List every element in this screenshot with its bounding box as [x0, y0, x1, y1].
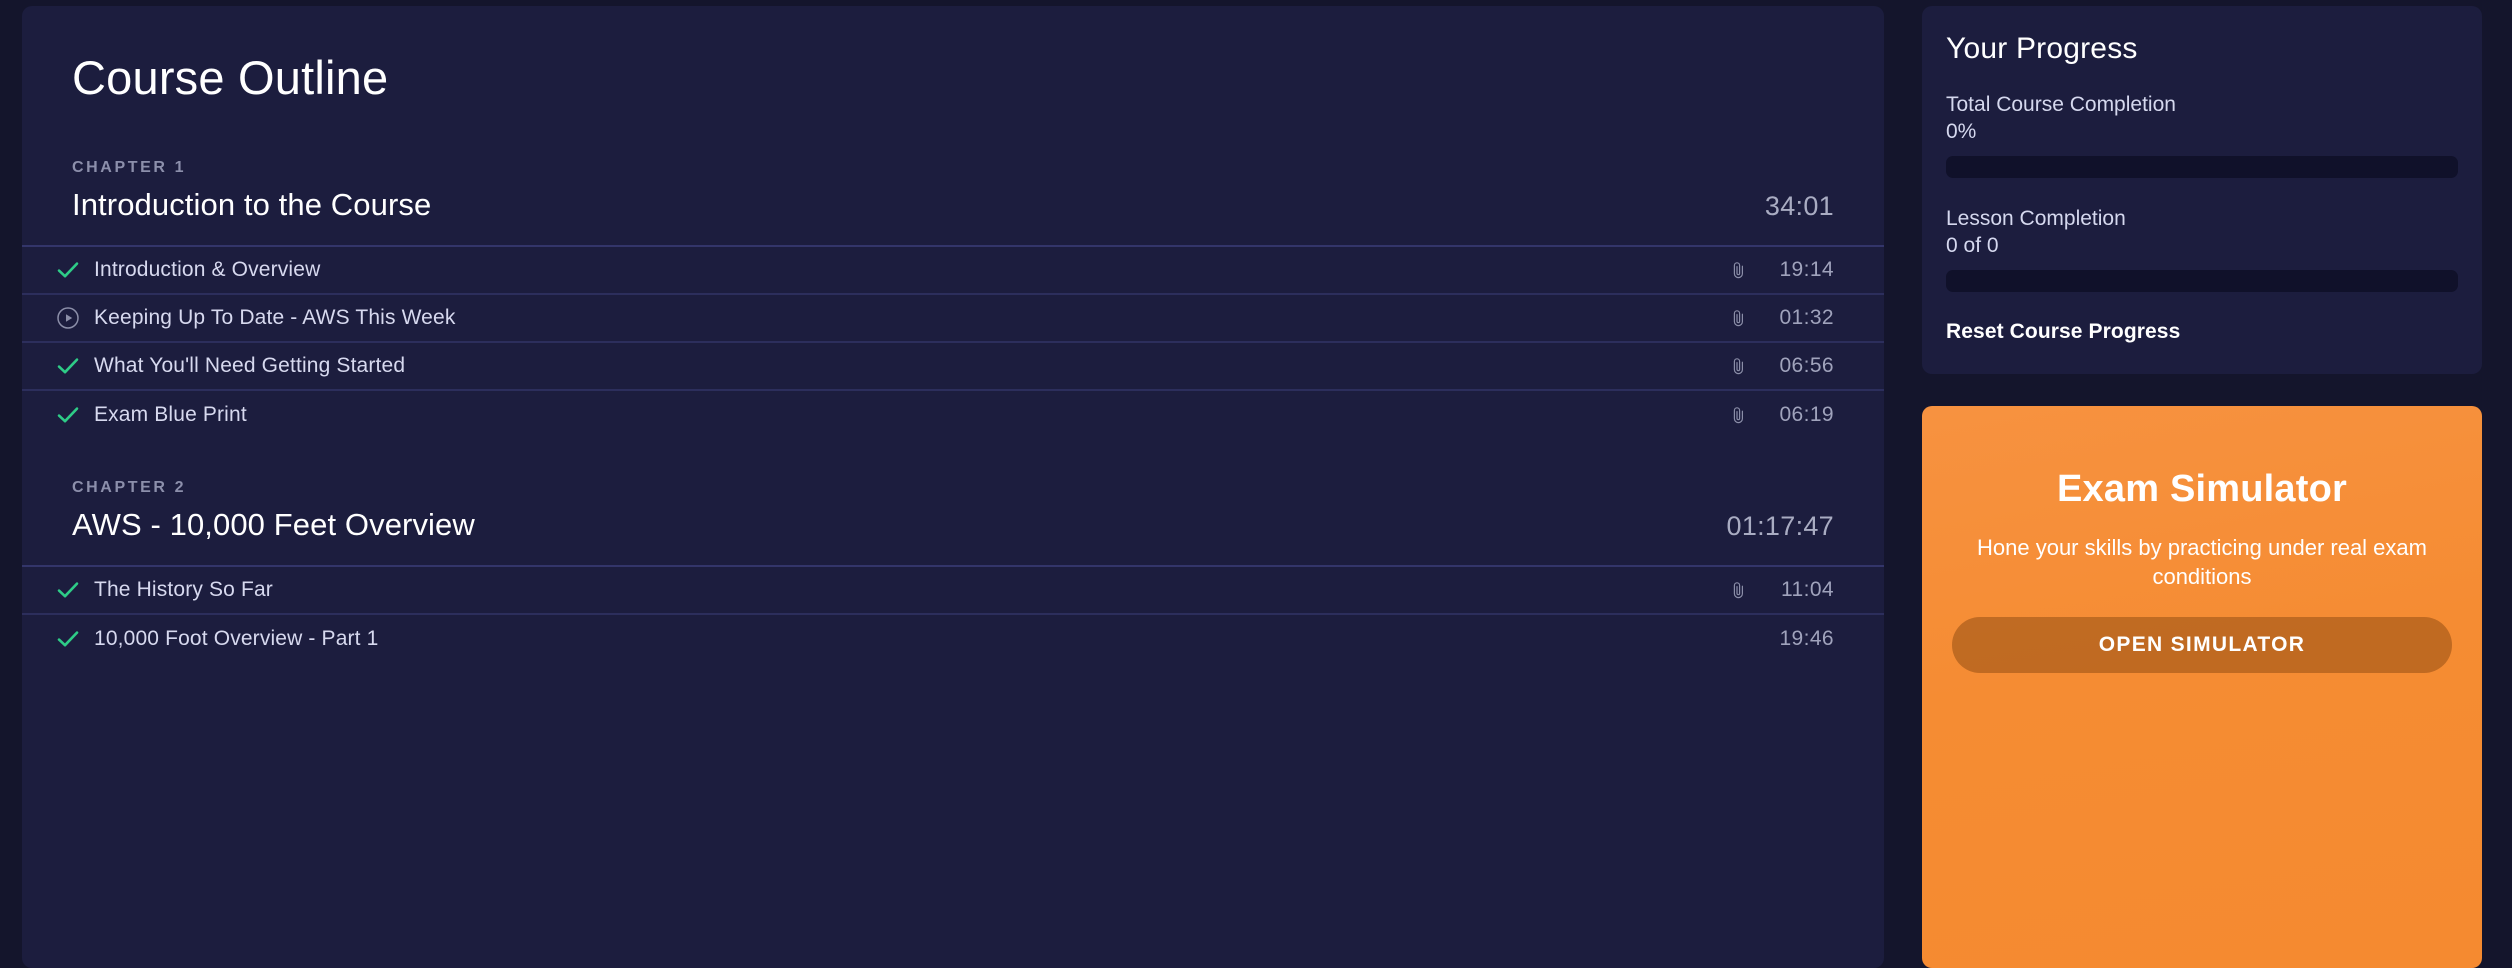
reset-course-progress-button[interactable]: Reset Course Progress — [1946, 320, 2458, 344]
total-completion-value: 0% — [1946, 119, 1977, 143]
chapter-kicker: CHAPTER 1 — [72, 158, 187, 176]
lesson-row[interactable]: The History So Far 11:04 — [22, 567, 1884, 615]
progress-title: Your Progress — [1946, 32, 2138, 65]
lesson-duration: 19:46 — [1779, 626, 1834, 650]
exam-simulator-subtitle: Hone your skills by practicing under rea… — [1977, 534, 2427, 589]
chapter-title-row: Introduction to the Course 34:01 — [72, 187, 1834, 245]
lesson-row[interactable]: Keeping Up To Date - AWS This Week 01:32 — [22, 295, 1884, 343]
lesson-completion-label: Lesson Completion — [1946, 206, 2126, 230]
lesson-duration: 19:14 — [1779, 257, 1834, 281]
course-outline-panel: Course Outline CHAPTER 1 Introduction to … — [22, 6, 1884, 968]
course-outline-page: Course Outline CHAPTER 1 Introduction to … — [0, 0, 2512, 968]
play-circle-icon[interactable] — [42, 306, 94, 330]
chapter-block: CHAPTER 1 Introduction to the Course 34:01… — [22, 104, 1884, 439]
lesson-duration: 06:56 — [1779, 353, 1834, 377]
total-completion-progressbar — [1946, 155, 2458, 178]
chapter-kicker: CHAPTER 2 — [72, 478, 187, 496]
lesson-meta: 06:19 — [1704, 403, 1834, 427]
lesson-meta: 11:04 — [1704, 578, 1834, 602]
lesson-title: 10,000 Foot Overview - Part 1 — [94, 626, 379, 650]
lesson-title: The History So Far — [94, 577, 273, 601]
lesson-completion-progressbar — [1946, 269, 2458, 292]
page-title: Course Outline — [72, 51, 389, 104]
lesson-meta: 19:14 — [1704, 258, 1834, 282]
chapter-list: CHAPTER 1 Introduction to the Course 34:01… — [22, 104, 1884, 663]
check-icon — [42, 626, 94, 652]
lesson-duration: 11:04 — [1781, 577, 1834, 601]
exam-simulator-card: Exam Simulator Hone your skills by pract… — [1922, 405, 2482, 968]
lesson-row[interactable]: What You'll Need Getting Started 06:56 — [22, 343, 1884, 391]
lesson-meta: 19:46 — [1704, 627, 1834, 651]
paperclip-icon — [1730, 261, 1746, 279]
sidebar: Your Progress Total Course Completion 0%… — [1922, 6, 2482, 968]
paperclip-icon — [1730, 309, 1746, 327]
lesson-list: The History So Far 11:04 10,000 Foot Overv… — [22, 564, 1884, 663]
total-completion-label: Total Course Completion — [1946, 93, 2176, 116]
lesson-title: Exam Blue Print — [94, 402, 247, 426]
chapter-name: AWS - 10,000 Feet Overview — [72, 506, 475, 542]
lesson-meta: 06:56 — [1704, 354, 1834, 378]
lesson-row[interactable]: Introduction & Overview 19:14 — [22, 247, 1884, 295]
chapter-duration: 34:01 — [1764, 190, 1834, 221]
chapter-header: CHAPTER 2 AWS - 10,000 Feet Overview 01:17… — [22, 479, 1884, 565]
lesson-completion-value: 0 of 0 — [1946, 233, 1999, 257]
chapter-duration: 01:17:47 — [1726, 510, 1834, 541]
lesson-title: Introduction & Overview — [94, 257, 321, 281]
lesson-duration: 06:19 — [1779, 402, 1834, 426]
lesson-list: Introduction & Overview 19:14 Keeping Up T… — [22, 244, 1884, 439]
check-icon — [42, 577, 94, 603]
chapter-block: CHAPTER 2 AWS - 10,000 Feet Overview 01:17… — [22, 439, 1884, 663]
chapter-name: Introduction to the Course — [72, 186, 432, 222]
check-icon — [42, 402, 94, 428]
open-simulator-button[interactable]: OPEN SIMULATOR — [1952, 617, 2452, 673]
exam-simulator-title: Exam Simulator — [2056, 467, 2347, 510]
chapter-gap — [22, 439, 1884, 479]
lesson-meta: 01:32 — [1704, 306, 1834, 330]
check-icon — [42, 257, 94, 283]
chapter-title-row: AWS - 10,000 Feet Overview 01:17:47 — [72, 507, 1834, 565]
paperclip-icon — [1730, 357, 1746, 375]
lesson-duration: 01:32 — [1779, 305, 1834, 329]
lesson-title: What You'll Need Getting Started — [94, 353, 406, 377]
check-icon — [42, 353, 94, 379]
lesson-row[interactable]: 10,000 Foot Overview - Part 1 19:46 — [22, 615, 1884, 663]
lesson-title: Keeping Up To Date - AWS This Week — [94, 305, 456, 329]
lesson-row[interactable]: Exam Blue Print 06:19 — [22, 391, 1884, 439]
paperclip-icon — [1730, 406, 1746, 424]
progress-card: Your Progress Total Course Completion 0%… — [1922, 6, 2482, 374]
chapter-header: CHAPTER 1 Introduction to the Course 34:01 — [22, 159, 1884, 245]
paperclip-icon — [1730, 581, 1746, 599]
